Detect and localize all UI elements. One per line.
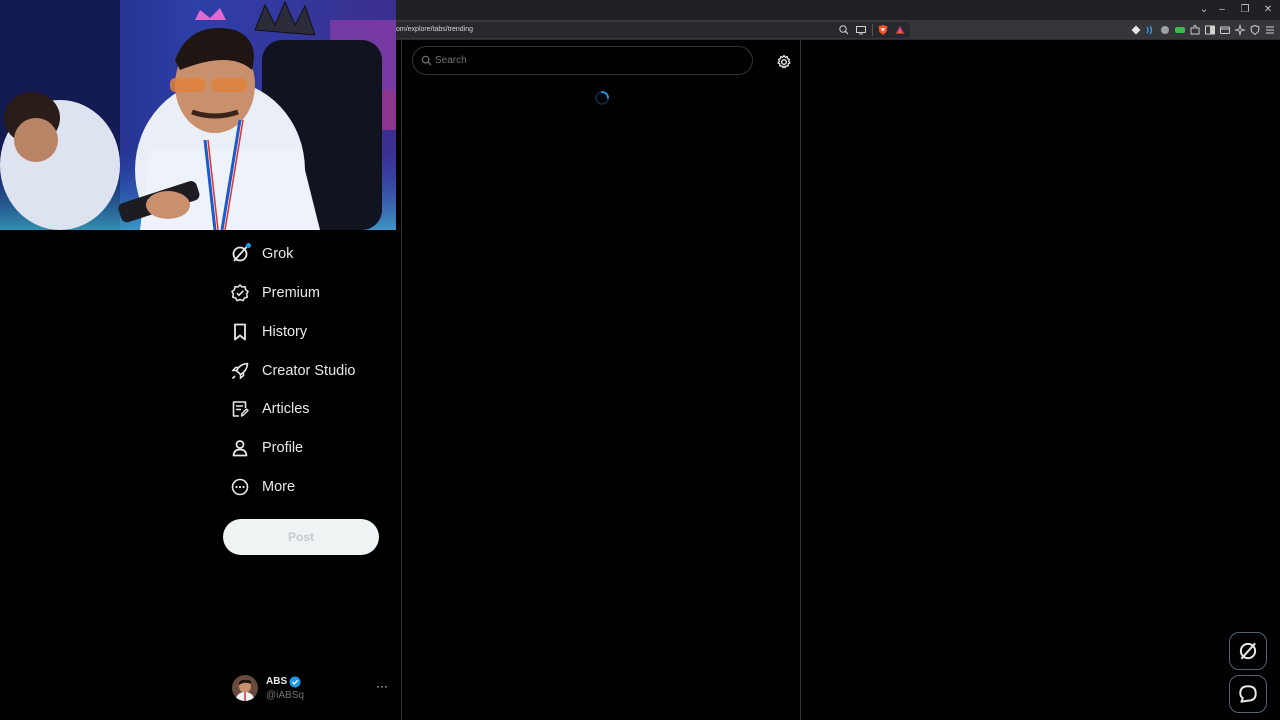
nav-item-label: Grok — [262, 246, 294, 262]
nav-item-more[interactable]: More — [228, 470, 295, 504]
notification-dot — [246, 243, 251, 248]
articles-icon — [228, 397, 252, 421]
account-switcher[interactable]: ABS @iABSq ··· — [232, 675, 392, 705]
bookmark-icon — [228, 320, 252, 344]
settings-gear-icon[interactable] — [776, 54, 792, 70]
column-divider-left — [401, 40, 402, 720]
minimize-button[interactable]: – — [1214, 3, 1230, 17]
account-handle: @iABSq — [266, 690, 304, 701]
nav-item-label: Articles — [262, 401, 310, 417]
nav-item-label: History — [262, 324, 308, 340]
extension-wave-icon[interactable] — [1144, 24, 1156, 36]
nav-item-profile[interactable]: Profile — [228, 431, 303, 465]
wallet-icon[interactable] — [1219, 24, 1231, 36]
address-bar-url[interactable]: om/explore/tabs/trending — [396, 24, 473, 36]
toolbar-divider — [872, 24, 873, 36]
webcam-overlay — [0, 0, 396, 230]
nav-item-grok[interactable]: Grok — [228, 237, 293, 271]
search-icon — [421, 55, 432, 66]
avatar — [232, 675, 258, 701]
nav-item-label: More — [262, 479, 296, 495]
restore-button[interactable]: ❐ — [1237, 3, 1253, 17]
rocket-icon — [228, 359, 252, 383]
messages-fab-button[interactable] — [1229, 675, 1267, 713]
cast-icon[interactable] — [855, 24, 867, 36]
brave-rewards-icon[interactable] — [894, 24, 906, 36]
extensions-puzzle-icon[interactable] — [1189, 24, 1201, 36]
search-bar[interactable] — [412, 46, 753, 75]
account-more-button[interactable]: ··· — [376, 679, 388, 693]
verified-badge-icon — [289, 676, 301, 688]
column-divider-right — [800, 40, 801, 720]
nav-item-label: Creator Studio — [262, 363, 356, 379]
nav-item-articles[interactable]: Articles — [228, 392, 310, 426]
menu-icon[interactable] — [1264, 24, 1276, 36]
tab-list-dropdown-button[interactable]: ⌄ — [1196, 3, 1212, 17]
extension-circle-icon[interactable] — [1159, 24, 1171, 36]
chat-bubble-icon — [1239, 685, 1257, 703]
brave-shield-icon[interactable] — [877, 24, 889, 36]
sidebar-toggle-icon[interactable] — [1204, 24, 1216, 36]
leo-ai-icon[interactable] — [1234, 24, 1246, 36]
account-display-name: ABS — [266, 676, 288, 687]
close-window-button[interactable]: ✕ — [1260, 3, 1276, 17]
grok-icon — [1239, 642, 1257, 660]
nav-item-label: Profile — [262, 440, 304, 456]
extension-green-icon[interactable] — [1174, 24, 1186, 36]
premium-icon — [228, 281, 252, 305]
loading-spinner-icon — [595, 91, 609, 105]
nav-item-creator-studio[interactable]: Creator Studio — [228, 354, 356, 388]
nav-item-label: Premium — [262, 285, 321, 301]
more-circle-icon — [228, 475, 252, 499]
extension-icon[interactable] — [1130, 24, 1142, 36]
zoom-icon[interactable] — [838, 24, 850, 36]
search-input[interactable] — [435, 47, 735, 74]
vpn-shield-icon[interactable] — [1249, 24, 1261, 36]
nav-item-history[interactable]: History — [228, 315, 307, 349]
post-button[interactable]: Post — [223, 519, 379, 555]
nav-item-premium[interactable]: Premium — [228, 276, 320, 310]
profile-icon — [228, 436, 252, 460]
grok-fab-button[interactable] — [1229, 632, 1267, 670]
